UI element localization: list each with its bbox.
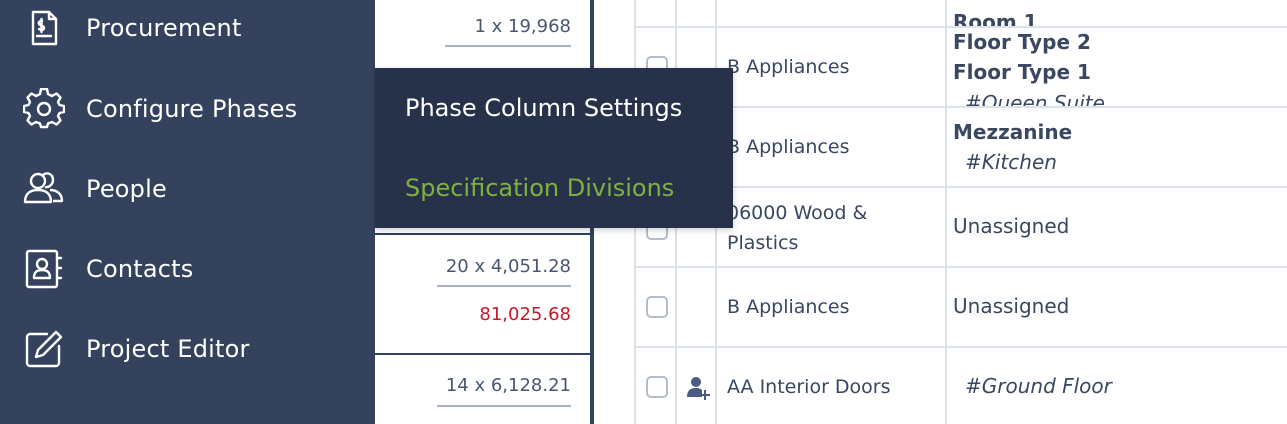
division-name: B Appliances [727, 296, 850, 318]
location-tag: #Ground Floor [965, 374, 1112, 398]
row-checkbox[interactable] [646, 296, 668, 318]
cost-underline [437, 285, 571, 287]
division-name: AA Interior Doors [727, 376, 891, 398]
row-divider [634, 346, 1287, 348]
menu-item-phase-column-settings[interactable]: Phase Column Settings [405, 94, 682, 122]
location-name: Unassigned [953, 294, 1070, 318]
sidebar-item-label: Configure Phases [86, 95, 298, 123]
quantity-price: 14 x 6,128.21 [445, 375, 571, 396]
location-name: Floor Type 1 [953, 60, 1091, 84]
division-name: 06000 Wood & [727, 202, 868, 224]
row-separator [375, 353, 593, 355]
quantity-price: 1 x 19,968 [474, 16, 571, 37]
line-total: 81,025.68 [479, 304, 571, 325]
menu-item-specification-divisions[interactable]: Specification Divisions [405, 174, 674, 202]
edit-icon [23, 328, 65, 370]
sidebar: Procurement Configure Phases People Cont… [0, 0, 375, 424]
location-tag: #Queen Suite [965, 91, 1105, 106]
location-name: Floor Type 2 [953, 30, 1091, 54]
division-name: B Appliances [727, 56, 850, 78]
division-name: B Appliances [727, 136, 850, 158]
row-checkbox[interactable] [646, 376, 668, 398]
contact-book-icon [23, 248, 65, 290]
procurement-document-icon [23, 7, 65, 49]
gear-icon [23, 88, 65, 130]
grid-line [945, 0, 947, 424]
row-separator [375, 233, 593, 235]
cost-underline [445, 45, 571, 47]
sidebar-item-contacts[interactable]: Contacts [0, 229, 375, 309]
location-tag: #Kitchen [965, 150, 1057, 174]
division-name: Plastics [727, 232, 799, 254]
sidebar-item-project-editor[interactable]: Project Editor [0, 309, 375, 389]
cost-underline [437, 405, 571, 407]
location-name: Room 1 [953, 10, 1038, 26]
sidebar-item-label: Contacts [86, 255, 194, 283]
sidebar-item-label: Project Editor [86, 335, 250, 363]
assign-person-icon[interactable] [686, 375, 710, 401]
location-name: Unassigned [953, 214, 1070, 238]
row-divider [634, 26, 1287, 28]
quantity-price: 20 x 4,051.28 [445, 256, 571, 277]
people-icon [23, 168, 65, 210]
sidebar-item-procurement[interactable]: Procurement [0, 0, 375, 68]
configure-phases-submenu: Phase Column Settings Specification Divi… [375, 68, 733, 228]
sidebar-item-configure-phases[interactable]: Configure Phases [0, 69, 375, 149]
row-divider [634, 266, 1287, 268]
sidebar-item-label: Procurement [86, 14, 242, 42]
sidebar-item-label: People [86, 175, 167, 203]
sidebar-item-people[interactable]: People [0, 149, 375, 229]
location-name: Mezzanine [953, 120, 1073, 144]
